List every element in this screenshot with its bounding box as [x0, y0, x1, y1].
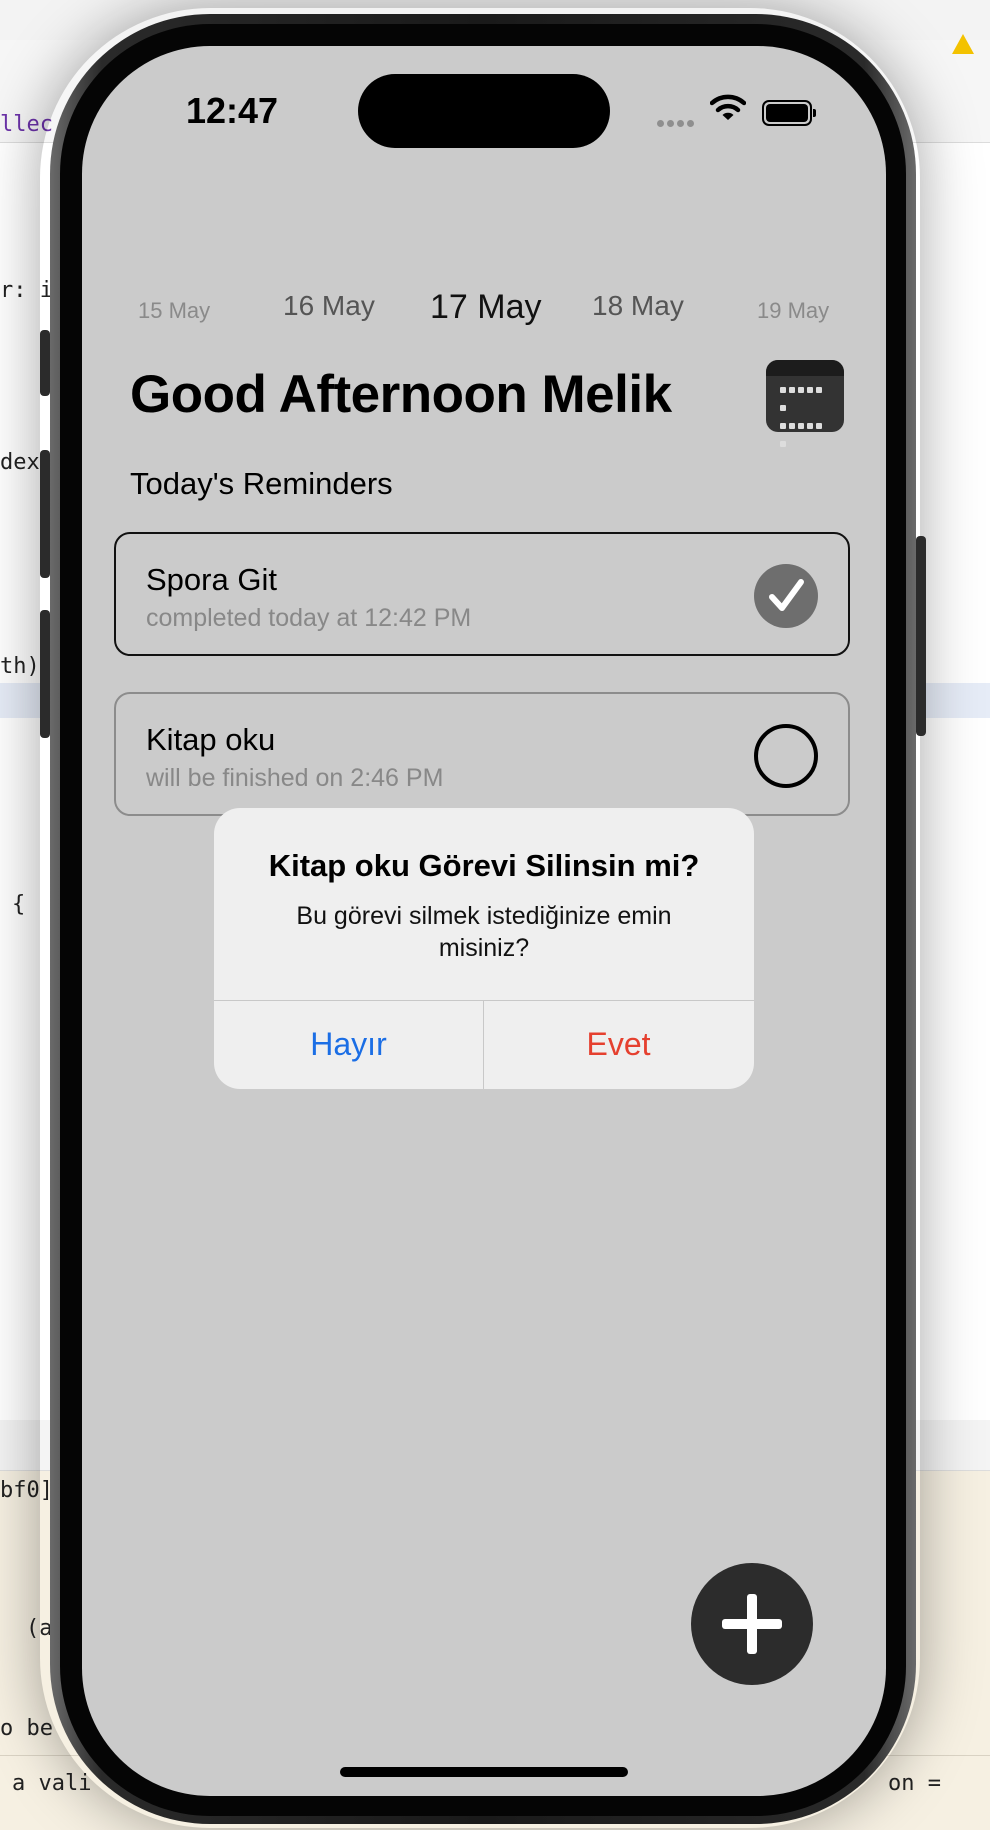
- code-fragment: {: [12, 892, 26, 917]
- console-fragment: o be: [0, 1716, 53, 1741]
- incomplete-circle-button[interactable]: [754, 724, 818, 788]
- power-button: [916, 536, 926, 736]
- date-item[interactable]: 19 May: [757, 298, 829, 324]
- date-item[interactable]: 16 May: [283, 290, 375, 322]
- console-fragment: a vali: [12, 1771, 92, 1796]
- status-time: 12:47: [186, 90, 279, 131]
- wifi-icon: [710, 94, 746, 120]
- add-reminder-button[interactable]: [691, 1563, 813, 1685]
- mute-switch: [40, 330, 50, 396]
- calendar-button[interactable]: [766, 360, 844, 447]
- date-item[interactable]: 15 May: [138, 298, 210, 324]
- reminder-card[interactable]: Spora Git completed today at 12:42 PM: [114, 532, 850, 656]
- warning-icon: [952, 34, 974, 54]
- alert-title: Kitap oku Görevi Silinsin mi?: [268, 848, 700, 883]
- date-item-selected[interactable]: 17 May: [430, 288, 542, 327]
- alert-message: Bu görevi silmek istediğinize emin misin…: [296, 902, 672, 962]
- reminder-subtitle: will be finished on 2:46 PM: [146, 764, 444, 792]
- code-fragment: th): [0, 654, 40, 679]
- greeting-title: Good Afternoon Melik: [130, 365, 672, 424]
- date-strip: 15 May 16 May 17 May 18 May 19 May: [82, 286, 886, 336]
- dynamic-island: [358, 74, 610, 148]
- calendar-icon: [780, 386, 832, 458]
- volume-down-button: [40, 610, 50, 738]
- code-fragment: dex: [0, 450, 40, 475]
- cancel-button[interactable]: Hayır: [214, 1000, 483, 1089]
- cellular-signal-icon: [657, 114, 697, 132]
- reminder-card[interactable]: Kitap oku will be finished on 2:46 PM: [114, 692, 850, 816]
- checkmark-icon: [769, 579, 804, 611]
- completed-checkmark-button[interactable]: [754, 564, 818, 628]
- app-screen: 12:47 15 May 16 May 17 May 18 May 19 May…: [82, 46, 886, 1796]
- section-title: Today's Reminders: [130, 466, 393, 501]
- calendar-icon-header: [766, 360, 844, 376]
- date-item[interactable]: 18 May: [592, 290, 684, 322]
- volume-up-button: [40, 450, 50, 578]
- confirm-delete-button[interactable]: Evet: [484, 1000, 753, 1089]
- reminder-subtitle: completed today at 12:42 PM: [146, 604, 472, 632]
- console-fragment: on =: [888, 1771, 941, 1796]
- battery-icon: [762, 100, 816, 126]
- home-indicator[interactable]: [340, 1767, 628, 1777]
- delete-confirmation-alert: Kitap oku Görevi Silinsin mi? Bu görevi …: [214, 808, 754, 1089]
- reminder-title: Kitap oku: [146, 722, 276, 757]
- reminder-title: Spora Git: [146, 562, 277, 597]
- plus-icon: [747, 1594, 757, 1654]
